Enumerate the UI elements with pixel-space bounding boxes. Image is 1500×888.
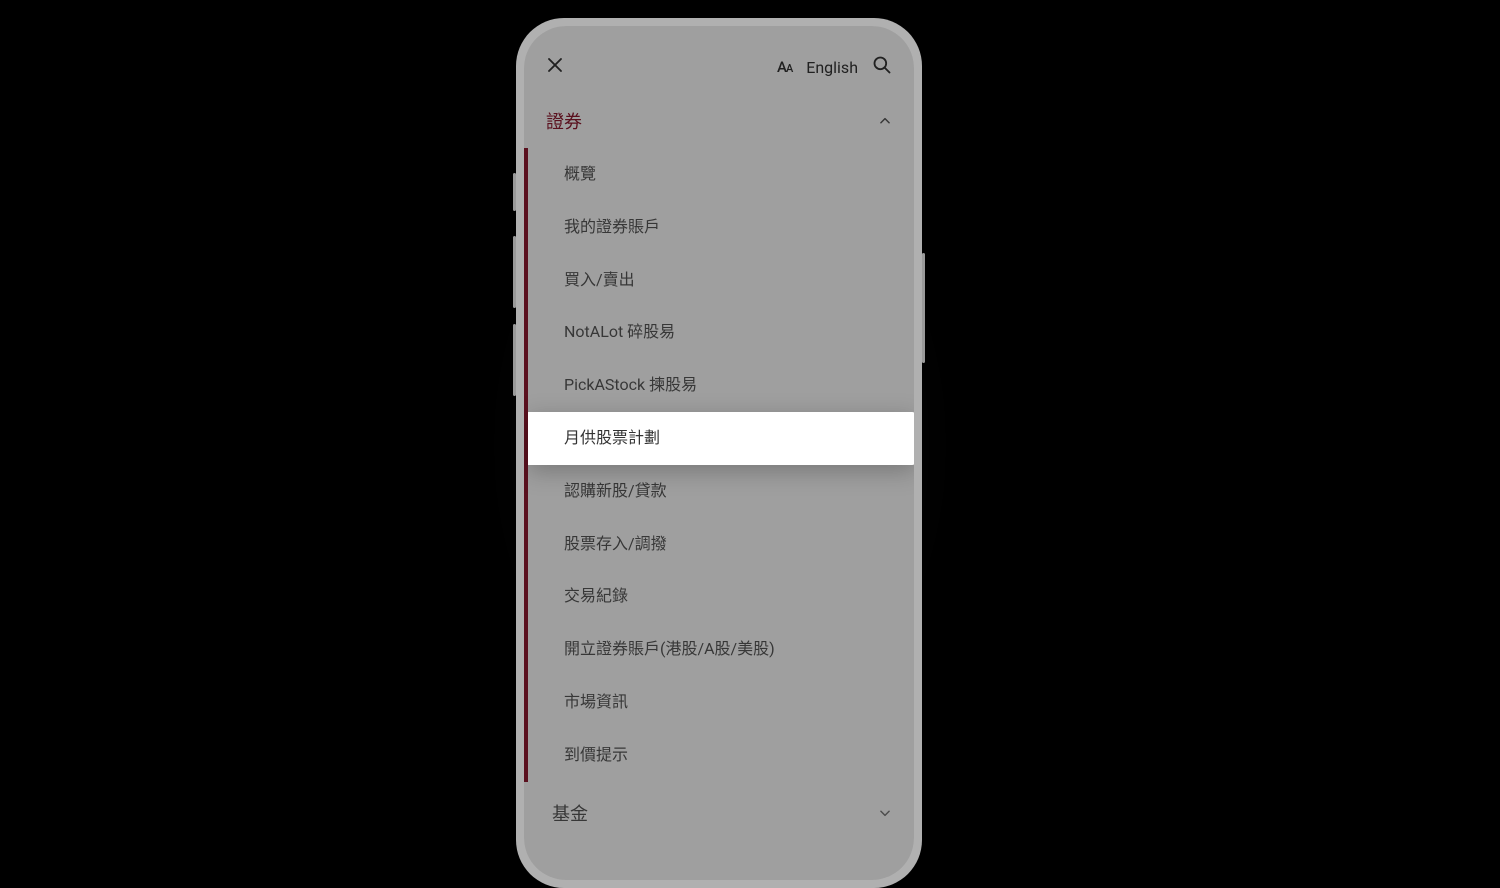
phone-side-button [513, 324, 516, 396]
phone-screen-container: AA English 證券 概覽 [524, 26, 914, 880]
phone-frame: AA English 證券 概覽 [516, 18, 922, 888]
menu-item-monthly-stock-plan[interactable]: 月供股票計劃 [528, 412, 914, 465]
app-screen: AA English 證券 概覽 [524, 26, 914, 880]
phone-side-button [513, 173, 516, 211]
phone-side-button [922, 253, 925, 363]
phone-side-button [513, 236, 516, 308]
